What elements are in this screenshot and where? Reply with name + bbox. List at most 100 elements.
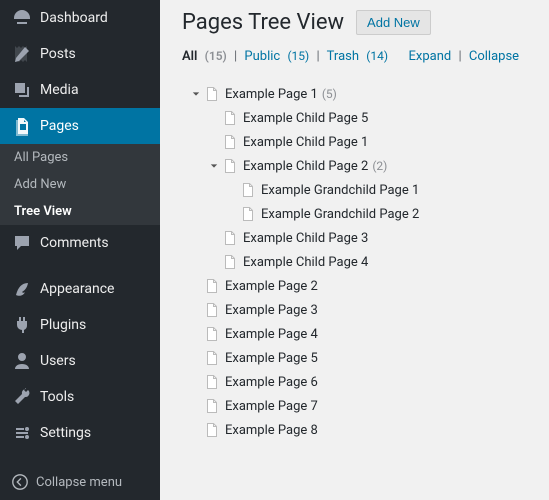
tree-node[interactable]: Example Child Page 2 (2) (208, 154, 531, 178)
tree-node[interactable]: Example Page 8 (190, 418, 531, 442)
tree-node-label: Example Grandchild Page 2 (261, 207, 419, 222)
sidebar-item-users[interactable]: Users (0, 343, 160, 379)
tree-node-label: Example Child Page 5 (243, 111, 368, 126)
collapse-menu-button[interactable]: Collapse menu (0, 464, 160, 500)
page-icon (204, 422, 220, 438)
comments-icon (12, 233, 32, 253)
sidebar-item-posts[interactable]: Posts (0, 36, 160, 72)
tree-node[interactable]: Example Page 7 (190, 394, 531, 418)
page-icon (204, 278, 220, 294)
sidebar-item-label: Users (40, 353, 76, 369)
sidebar-item-tools[interactable]: Tools (0, 379, 160, 415)
settings-icon (12, 423, 32, 443)
filter-public[interactable]: Public (15) (244, 49, 309, 64)
page-icon (222, 230, 238, 246)
pages-tree: Example Page 1 (5) Example Child Page 5 … (182, 82, 531, 442)
tree-node[interactable]: Example Child Page 4 (208, 250, 531, 274)
tree-node-label: Example Page 4 (225, 327, 318, 342)
collapse-all[interactable]: Collapse (469, 49, 519, 64)
sidebar-item-label: Comments (40, 235, 109, 251)
sidebar-item-pages[interactable]: Pages (0, 108, 160, 144)
posts-icon (12, 44, 32, 64)
page-icon (240, 206, 256, 222)
tree-node-label: Example Page 6 (225, 375, 318, 390)
sidebar-menu-lower: Comments Appearance Plugins Users Tools … (0, 225, 160, 451)
tree-node-label: Example Page 2 (225, 279, 318, 294)
sidebar-item-label: Pages (40, 118, 79, 134)
page-icon (240, 182, 256, 198)
submenu-item-all-pages[interactable]: All Pages (0, 144, 160, 171)
tree-node[interactable]: Example Child Page 3 (208, 226, 531, 250)
tree-node-label: Example Grandchild Page 1 (261, 183, 419, 198)
dashboard-icon (12, 8, 32, 28)
users-icon (12, 351, 32, 371)
tree-node-label: Example Page 1 (225, 87, 318, 102)
child-count: (2) (372, 159, 387, 173)
chevron-down-icon[interactable] (208, 162, 220, 170)
tree-node[interactable]: Example Page 4 (190, 322, 531, 346)
chevron-down-icon[interactable] (190, 90, 202, 98)
sidebar-item-plugins[interactable]: Plugins (0, 307, 160, 343)
sidebar-item-label: Appearance (40, 281, 114, 297)
tree-node[interactable]: Example Child Page 1 (208, 130, 531, 154)
tree-node[interactable]: Example Page 1 (5) (190, 82, 531, 106)
tree-node[interactable]: Example Grandchild Page 1 (226, 178, 531, 202)
page-icon (222, 158, 238, 174)
sidebar-submenu: All Pages Add New Tree View (0, 144, 160, 225)
page-icon (204, 326, 220, 342)
page-icon (204, 398, 220, 414)
sidebar-item-label: Settings (40, 425, 91, 441)
tree-node-label: Example Child Page 3 (243, 231, 368, 246)
tree-node[interactable]: Example Page 5 (190, 346, 531, 370)
collapse-icon (10, 472, 30, 492)
sidebar-item-dashboard[interactable]: Dashboard (0, 0, 160, 36)
page-icon (222, 254, 238, 270)
sidebar-item-comments[interactable]: Comments (0, 225, 160, 261)
main-content: Pages Tree View Add New All (15) | Publi… (160, 0, 549, 500)
tree-node[interactable]: Example Page 6 (190, 370, 531, 394)
sidebar-item-media[interactable]: Media (0, 72, 160, 108)
page-icon (222, 134, 238, 150)
page-icon (204, 350, 220, 366)
page-heading: Pages Tree View Add New (182, 10, 531, 35)
page-title: Pages Tree View (182, 10, 344, 35)
expand-all[interactable]: Expand (409, 49, 452, 64)
pages-icon (12, 116, 32, 136)
sidebar-item-settings[interactable]: Settings (0, 415, 160, 451)
media-icon (12, 80, 32, 100)
sidebar-item-label: Dashboard (40, 10, 108, 26)
tree-node-label: Example Page 5 (225, 351, 318, 366)
tree-node-label: Example Child Page 4 (243, 255, 368, 270)
add-new-button[interactable]: Add New (356, 10, 431, 35)
sidebar-item-label: Media (40, 82, 79, 98)
sidebar-item-label: Tools (40, 389, 74, 405)
admin-sidebar: Dashboard Posts Media Pages All Pages Ad… (0, 0, 160, 500)
page-icon (222, 110, 238, 126)
filter-bar: All (15) | Public (15) | Trash (14) Expa… (182, 49, 531, 64)
appearance-icon (12, 279, 32, 299)
page-icon (204, 86, 220, 102)
child-count: (5) (322, 87, 337, 101)
tree-node-label: Example Child Page 1 (243, 135, 368, 150)
tools-icon (12, 387, 32, 407)
tree-node[interactable]: Example Grandchild Page 2 (226, 202, 531, 226)
tree-node-label: Example Page 3 (225, 303, 318, 318)
page-icon (204, 302, 220, 318)
tree-node-label: Example Child Page 2 (243, 159, 368, 174)
page-icon (204, 374, 220, 390)
filter-trash[interactable]: Trash (14) (327, 49, 388, 64)
tree-node[interactable]: Example Page 2 (190, 274, 531, 298)
tree-node[interactable]: Example Child Page 5 (208, 106, 531, 130)
plugins-icon (12, 315, 32, 335)
collapse-label: Collapse menu (36, 475, 122, 490)
sidebar-item-label: Posts (40, 46, 76, 62)
sidebar-item-appearance[interactable]: Appearance (0, 271, 160, 307)
tree-node[interactable]: Example Page 3 (190, 298, 531, 322)
sidebar-item-label: Plugins (40, 317, 86, 333)
tree-node-label: Example Page 8 (225, 423, 318, 438)
submenu-item-add-new[interactable]: Add New (0, 171, 160, 198)
tree-node-label: Example Page 7 (225, 399, 318, 414)
submenu-item-tree-view[interactable]: Tree View (0, 198, 160, 225)
filter-all[interactable]: All (15) (182, 49, 227, 64)
sidebar-menu: Dashboard Posts Media Pages (0, 0, 160, 144)
